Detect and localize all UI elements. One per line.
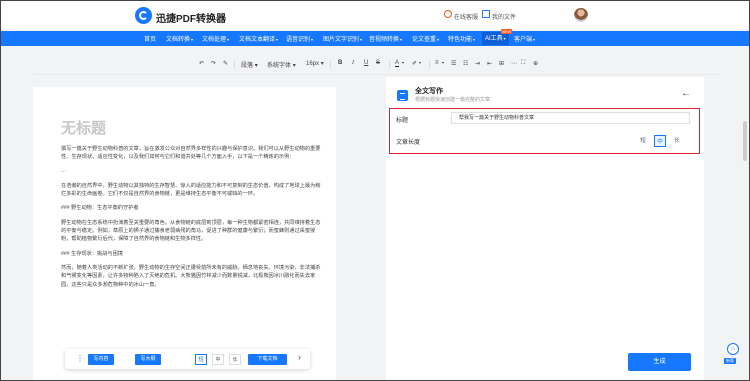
nav-item-translate[interactable]: 文档文本翻译▾ [239,34,278,43]
font-size-select[interactable]: 16px ▾ [306,60,324,67]
download-doc-button[interactable]: 下载文档 [248,354,287,365]
paragraph: ### 野生动物：生态平衡的守护者 [61,205,139,212]
nav-item-plagiarism[interactable]: 论文查重▾ [412,34,439,43]
assistant-icon[interactable]: ⌂ [727,343,739,355]
form-highlight-box: 标题 帮我写一篇关于野生动物科普文章 文章长度 短 中 长 [389,108,700,154]
nav-item-features[interactable]: 特色功能▾ [448,34,475,43]
avatar[interactable] [574,8,588,22]
brand-name: 迅捷PDF转换器 [156,14,226,25]
paragraph: ··· [61,168,67,175]
length-long-option[interactable]: 长 [229,354,241,365]
back-arrow-icon[interactable]: ← [681,88,691,99]
chevron-down-icon[interactable]: ▾ [442,60,444,65]
drag-handle-icon[interactable]: ⋮ [76,354,84,363]
more-icon[interactable]: ⋯ [511,60,517,67]
headset-icon[interactable] [444,10,452,18]
title-input[interactable]: 帮我写一篇关于野生动物科普文章 [451,112,690,124]
write-outline-button[interactable]: 写大纲 [135,354,161,365]
chevron-down-icon: ▾ [276,37,279,42]
document-body[interactable]: 撰写一篇关于野生动物科普的文章，旨在激发公众对自然界多样性的兴趣与保护意识。我们… [61,145,323,295]
highlight-icon[interactable]: ✐ [412,60,417,67]
font-family-select[interactable]: 系统字体 ▾ [267,60,296,69]
font-color-icon[interactable]: A [395,60,400,67]
underline-icon[interactable]: U [364,60,368,66]
generate-button[interactable]: 生成 [628,353,691,371]
length-mid-option[interactable]: 中 [654,135,666,147]
outdent-icon[interactable]: ⇤ [487,60,492,67]
bold-icon[interactable]: B [338,60,342,66]
panel-subtitle: 根据标题快速创建一篇完整的文章 [415,97,491,103]
title-label: 标题 [396,118,409,124]
strikethrough-icon[interactable]: S [376,60,380,66]
chevron-down-icon: ▾ [191,37,194,42]
format-painter-icon[interactable]: ✎ [223,60,228,67]
nav-item-doc-convert[interactable]: 文档转换▾ [166,34,193,43]
length-short-option[interactable]: 短 [195,354,207,365]
nav-item-av-convert[interactable]: 音视频转换▾ [369,34,402,43]
paragraph: 撰写一篇关于野生动物科普的文章，旨在激发公众对自然界多样性的兴趣与保护意识。我们… [61,146,321,161]
scrollbar[interactable] [743,121,747,161]
write-content-button[interactable]: 写内容 [88,354,114,365]
nav-item-doc-process[interactable]: 文档处理▾ [202,34,229,43]
new-badge: NEW [501,29,513,34]
paragraph: ### 生存现状：挑战与困境 [61,250,123,257]
my-files-link[interactable]: 我的文件 [492,12,516,21]
new-version-badge: 新版 [724,358,736,364]
online-service-link[interactable]: 在线客服 [454,12,478,21]
paragraph: 在浩瀚的自然界中，野生动物以其独特的生存智慧、惊人的适应能力和不可复制的生态价值… [61,182,321,198]
chevron-down-icon: ▾ [437,37,440,42]
ai-writing-panel: 全文写作 根据标题快速创建一篇完整的文章 ← 标题 帮我写一篇关于野生动物科普文… [386,77,704,380]
file-icon[interactable] [482,10,490,18]
chevron-down-icon[interactable]: ▾ [419,60,421,65]
chevron-right-icon[interactable]: › [298,352,301,362]
nav-item-client[interactable]: 客户端▾ [514,34,535,43]
fullscreen-icon[interactable]: ⛶ [521,60,525,67]
italic-icon[interactable]: I [352,60,354,66]
paragraph-select[interactable]: 段落 ▾ [241,60,258,69]
bottom-action-bar: ⋮ 写内容 写大纲 短 中 长 下载文档 › [65,349,310,369]
nav-item-speech[interactable]: 语音识别▾ [286,34,313,43]
paragraph: 野生动物在生态系统中扮演着至关重要的角色。从食物链的底层到顶层，每一种生物都紧密… [61,219,321,243]
chevron-down-icon: ▾ [400,37,403,42]
chevron-down-icon: ▾ [320,61,324,67]
undo-icon[interactable]: ↶ [199,60,204,67]
toolbar-divider [33,74,721,75]
document-editor[interactable]: 无标题 撰写一篇关于野生动物科普的文章，旨在激发公众对自然界多样性的兴趣与保护意… [33,87,336,380]
bullet-list-icon[interactable]: ☰ [451,60,456,67]
length-label: 文章长度 [396,140,421,146]
nav-item-home[interactable]: 首页 [144,34,156,43]
chevron-down-icon: ▾ [360,37,363,42]
length-short-option[interactable]: 短 [637,135,649,147]
chevron-down-icon: ▾ [311,37,314,42]
indent-icon[interactable]: ⇥ [475,60,480,67]
top-header: 迅捷PDF转换器 在线客服 我的文件 [1,1,749,31]
length-mid-option[interactable]: 中 [212,354,224,365]
app-window: 迅捷PDF转换器 在线客服 我的文件 首页 文档转换▾ 文档处理▾ 文档文本翻译… [0,0,750,381]
document-icon [397,90,408,101]
redo-icon[interactable]: ↷ [211,60,216,67]
chevron-down-icon: ▾ [227,37,230,42]
table-icon[interactable]: ⊞ [499,60,504,67]
chevron-down-icon: ▾ [292,63,296,69]
chevron-down-icon: ▾ [254,63,258,69]
editor-toolbar: ↶ ↷ ✎ 段落 ▾ 系统字体 ▾ 16px ▾ B I U S A ▾ ✐ ▾… [1,58,749,72]
app-logo-icon [135,7,152,24]
nav-item-ocr[interactable]: 图片文字识别▾ [323,34,362,43]
insert-icon[interactable]: ⊕ [533,60,538,67]
paragraph: 然而，随着人类活动的不断扩张，野生动物的生存空间正遭受前所未有的威胁。栖息地丧失… [61,264,321,288]
chevron-down-icon: ▾ [503,36,506,41]
main-nav: 首页 文档转换▾ 文档处理▾ 文档文本翻译▾ 语音识别▾ 图片文字识别▾ 音视频… [1,29,749,46]
length-long-option[interactable]: 长 [671,135,683,147]
chevron-down-icon: ▾ [473,37,476,42]
chevron-down-icon: ▾ [533,37,536,42]
numbered-list-icon[interactable]: ☷ [463,60,468,67]
panel-title: 全文写作 [415,88,443,95]
document-title[interactable]: 无标题 [61,117,106,138]
chevron-down-icon[interactable]: ▾ [402,60,404,65]
align-icon[interactable]: ≡ [435,60,439,66]
